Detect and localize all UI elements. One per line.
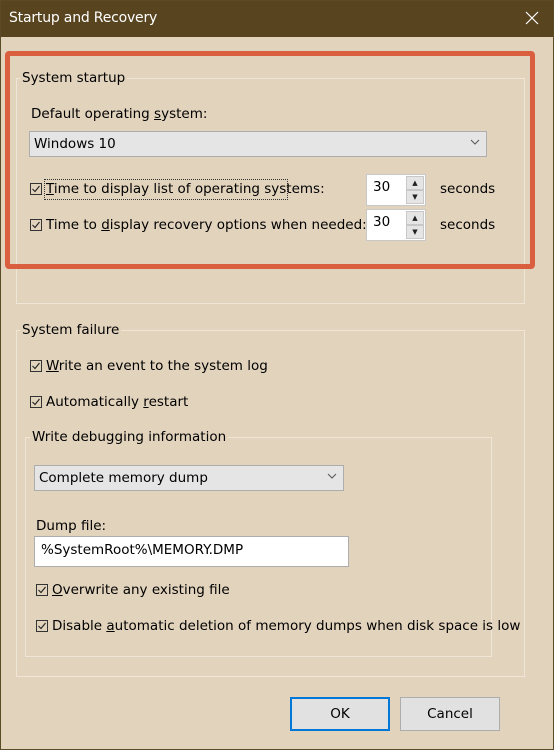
disable-auto-delete-label[interactable]: Disable automatic deletion of memory dum… [52, 618, 520, 634]
checkmark-icon [38, 586, 46, 594]
close-icon[interactable] [521, 7, 543, 29]
startup-recovery-dialog: Startup and Recovery System startup Defa… [0, 0, 554, 750]
dump-file-label: Dump file: [36, 518, 107, 534]
dump-file-input[interactable]: %SystemRoot%\MEMORY.DMP [34, 536, 349, 567]
time-recovery-checkbox[interactable] [30, 219, 42, 231]
time-list-checkbox[interactable] [30, 183, 42, 195]
time-recovery-unit: seconds [440, 217, 496, 233]
auto-restart-label[interactable]: Automatically restart [46, 394, 188, 410]
write-event-label[interactable]: Write an event to the system log [46, 358, 268, 374]
time-recovery-label[interactable]: Time to display recovery options when ne… [46, 217, 367, 233]
window-title: Startup and Recovery [9, 10, 158, 26]
ok-button[interactable]: OK [290, 697, 390, 731]
spin-down-icon[interactable]: ▼ [406, 190, 424, 204]
checkmark-icon [32, 362, 40, 370]
auto-restart-checkbox[interactable] [30, 396, 42, 408]
chevron-down-icon [327, 469, 337, 486]
write-event-checkbox[interactable] [30, 360, 42, 372]
checkmark-icon [38, 622, 46, 630]
time-list-label[interactable]: Time to display list of operating system… [46, 181, 325, 197]
spin-up-icon[interactable]: ▲ [406, 211, 424, 225]
chevron-down-icon [470, 135, 480, 152]
debug-info-title: Write debugging information [30, 429, 229, 445]
overwrite-label[interactable]: Overwrite any existing file [52, 582, 230, 598]
checkmark-icon [32, 398, 40, 406]
spin-up-icon[interactable]: ▲ [406, 176, 424, 190]
system-failure-title: System failure [20, 322, 122, 338]
time-list-unit: seconds [440, 181, 496, 197]
disable-auto-delete-checkbox[interactable] [36, 620, 48, 632]
overwrite-checkbox[interactable] [36, 584, 48, 596]
time-list-value[interactable]: 30 [373, 179, 390, 195]
cancel-button[interactable]: Cancel [400, 697, 500, 731]
title-bar: Startup and Recovery [1, 1, 553, 37]
spin-down-icon[interactable]: ▼ [406, 225, 424, 239]
default-os-select[interactable]: Windows 10 [29, 131, 487, 157]
system-startup-title: System startup [20, 70, 128, 86]
default-os-label: Default operating system: [31, 106, 208, 122]
time-list-spinner[interactable]: 30 ▲ ▼ [366, 174, 426, 206]
checkmark-icon [32, 185, 40, 193]
checkmark-icon [32, 221, 40, 229]
dump-file-value: %SystemRoot%\MEMORY.DMP [41, 542, 244, 558]
time-recovery-value[interactable]: 30 [373, 214, 390, 230]
dump-type-value: Complete memory dump [39, 470, 208, 486]
dump-type-select[interactable]: Complete memory dump [34, 465, 344, 491]
time-recovery-spinner[interactable]: 30 ▲ ▼ [366, 209, 426, 241]
default-os-value: Windows 10 [34, 136, 116, 152]
